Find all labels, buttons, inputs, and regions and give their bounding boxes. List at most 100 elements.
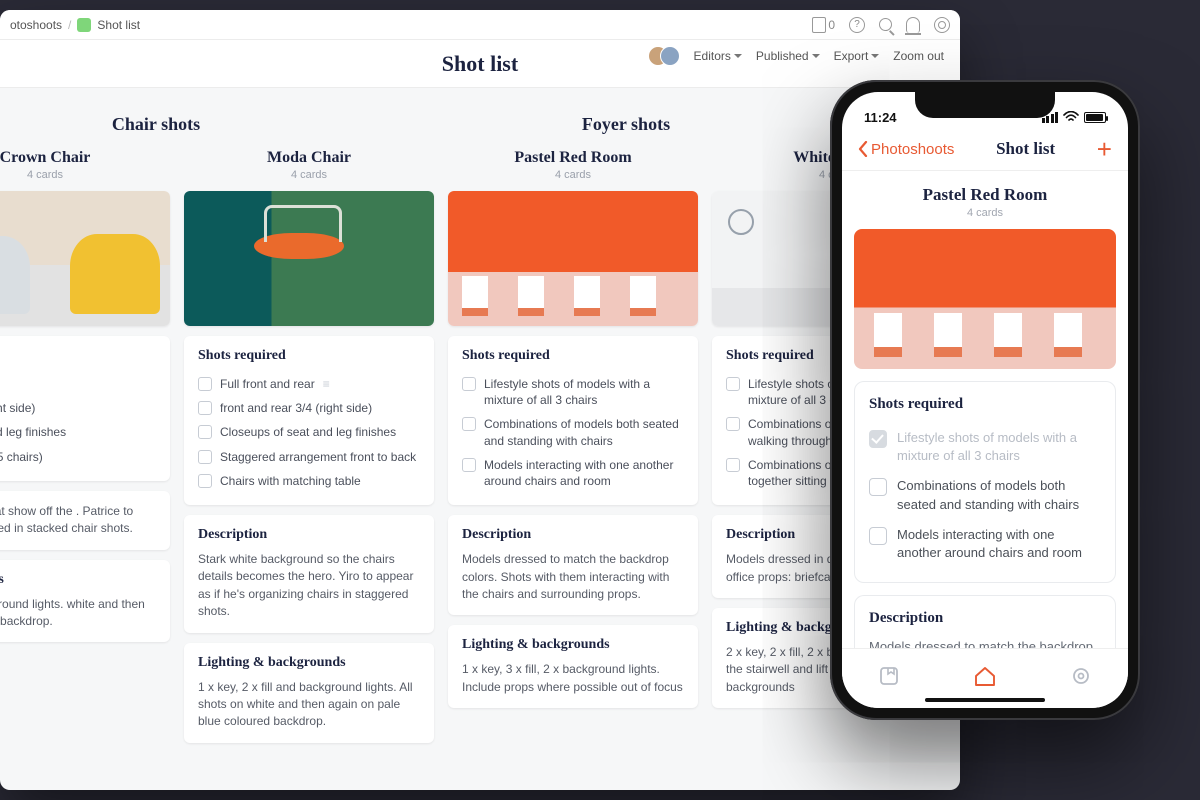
checkbox-icon[interactable] bbox=[198, 425, 212, 439]
shots-required-card[interactable]: Shots required Full front and rear≡ fron… bbox=[184, 336, 434, 505]
wifi-icon bbox=[1063, 111, 1079, 123]
description-card[interactable]: positions that show off the . Patrice to… bbox=[0, 491, 170, 550]
breadcrumb-separator: / bbox=[68, 18, 71, 32]
card-heading: Lighting & backgrounds bbox=[462, 637, 684, 653]
drag-handle-icon[interactable]: ≡ bbox=[323, 376, 332, 392]
window-topbar: otoshoots / Shot list 0 ? bbox=[0, 10, 960, 40]
checklist-item[interactable]: and rear bbox=[0, 372, 156, 396]
column-pastel-red-room[interactable]: Pastel Red Room 4 cards Shots required L… bbox=[448, 149, 698, 743]
lighting-text: ll and background lights. white and then… bbox=[0, 596, 156, 631]
checkbox-icon[interactable] bbox=[198, 474, 212, 488]
description-card[interactable]: Description Models dressed to match the … bbox=[448, 515, 698, 615]
phone-device-frame: 11:24 Photoshoots Shot list + Pastel Red… bbox=[830, 80, 1140, 720]
editors-dropdown[interactable]: Editors bbox=[694, 49, 742, 63]
shots-required-card[interactable]: Shots required Lifestyle shots of models… bbox=[448, 336, 698, 505]
card-heading: red bbox=[0, 348, 156, 364]
checkbox-icon[interactable] bbox=[198, 377, 212, 391]
lighting-text: 1 x key, 2 x fill and background lights.… bbox=[198, 679, 420, 731]
card-heading: Lighting & backgrounds bbox=[198, 655, 420, 671]
help-icon[interactable]: ? bbox=[849, 17, 865, 33]
phone-hero-image[interactable] bbox=[854, 229, 1116, 369]
checklist-item[interactable]: Models interacting with one another arou… bbox=[462, 453, 684, 493]
description-card[interactable]: Description Stark white background so th… bbox=[184, 515, 434, 633]
chevron-left-icon bbox=[858, 141, 868, 157]
phone-scroll-area[interactable]: Pastel Red Room 4 cards Shots required L… bbox=[842, 171, 1128, 648]
zoom-out-button[interactable]: Zoom out bbox=[893, 49, 944, 63]
shots-required-card[interactable]: red and rear rear 3/4 (right side) s of … bbox=[0, 336, 170, 481]
column-card-count: 4 cards bbox=[184, 169, 434, 181]
checkbox-icon[interactable] bbox=[462, 458, 476, 472]
checkbox-icon[interactable] bbox=[726, 377, 740, 391]
bell-icon[interactable] bbox=[906, 17, 920, 33]
column-hero-card[interactable] bbox=[184, 191, 434, 326]
description-text: Models dressed to match the backdrop col… bbox=[462, 551, 684, 603]
tab-home-icon[interactable] bbox=[973, 665, 997, 692]
collaborator-avatars[interactable] bbox=[648, 46, 680, 66]
description-text: positions that show off the . Patrice to… bbox=[0, 503, 156, 538]
column-title: Pastel Red Room bbox=[448, 149, 698, 167]
lighting-card[interactable]: ackgrounds ll and background lights. whi… bbox=[0, 560, 170, 643]
checklist-item[interactable]: Combinations of models both seated and s… bbox=[462, 412, 684, 452]
checklist-item[interactable]: rear 3/4 (right side) bbox=[0, 396, 156, 420]
board: Chair shots Foyer shots Crown Chair 4 ca… bbox=[0, 88, 960, 790]
description-text: Models dressed to match the backdrop col… bbox=[869, 637, 1101, 648]
card-heading: Shots required bbox=[869, 396, 1101, 413]
checklist-item[interactable]: s of seat and leg finishes bbox=[0, 420, 156, 444]
device-count-chip[interactable]: 0 bbox=[812, 17, 835, 33]
column-hero-card[interactable] bbox=[0, 191, 170, 326]
checklist-item[interactable]: Models interacting with one another arou… bbox=[869, 520, 1101, 568]
checklist-item[interactable]: Lifestyle shots of models with a mixture… bbox=[462, 372, 684, 412]
hero-thumbnail bbox=[0, 191, 170, 326]
checkbox-icon[interactable] bbox=[869, 430, 887, 448]
settings-gear-icon[interactable] bbox=[934, 17, 950, 33]
column-card-count: 4 cards bbox=[0, 169, 170, 181]
checklist-item[interactable]: front and rear 3/4 (right side) bbox=[198, 396, 420, 420]
checklist-item[interactable]: Lifestyle shots of models with a mixture… bbox=[869, 423, 1101, 471]
status-time: 11:24 bbox=[864, 110, 897, 125]
column-hero-card[interactable] bbox=[448, 191, 698, 326]
export-dropdown[interactable]: Export bbox=[834, 49, 880, 63]
checkbox-icon[interactable] bbox=[869, 478, 887, 496]
checklist-item[interactable]: Full front and rear≡ bbox=[198, 372, 420, 396]
published-dropdown[interactable]: Published bbox=[756, 49, 820, 63]
group-header-chair-shots: Chair shots bbox=[0, 108, 366, 149]
description-text: Stark white background so the chairs det… bbox=[198, 551, 420, 621]
checklist-item[interactable]: Combinations of models both seated and s… bbox=[869, 471, 1101, 519]
phone-notch bbox=[915, 92, 1055, 118]
card-heading: Description bbox=[869, 610, 1101, 627]
column-crown-chair[interactable]: Crown Chair 4 cards red and rear rear 3/… bbox=[0, 149, 170, 743]
checkbox-icon[interactable] bbox=[726, 417, 740, 431]
checkbox-icon[interactable] bbox=[198, 401, 212, 415]
checklist-item[interactable]: Chairs with matching table bbox=[198, 469, 420, 493]
hero-thumbnail bbox=[184, 191, 434, 326]
phone-navbar: Photoshoots Shot list + bbox=[842, 132, 1128, 171]
breadcrumb-parent[interactable]: otoshoots bbox=[10, 18, 62, 32]
breadcrumb-current[interactable]: Shot list bbox=[97, 18, 140, 32]
add-button[interactable]: + bbox=[1097, 136, 1112, 162]
checkbox-icon[interactable] bbox=[869, 527, 887, 545]
checkbox-icon[interactable] bbox=[726, 458, 740, 472]
checklist-item[interactable]: Closeups of seat and leg finishes bbox=[198, 420, 420, 444]
column-moda-chair[interactable]: Moda Chair 4 cards Shots required Full f… bbox=[184, 149, 434, 743]
search-icon[interactable] bbox=[879, 18, 892, 31]
checkbox-icon[interactable] bbox=[462, 377, 476, 391]
phone-shots-card[interactable]: Shots required Lifestyle shots of models… bbox=[854, 381, 1116, 583]
lighting-text: 1 x key, 3 x fill, 2 x background lights… bbox=[462, 661, 684, 696]
lighting-card[interactable]: Lighting & backgrounds 1 x key, 3 x fill… bbox=[448, 625, 698, 708]
phone-nav-title: Shot list bbox=[996, 139, 1055, 159]
tab-settings-icon[interactable] bbox=[1070, 665, 1092, 692]
checkbox-icon[interactable] bbox=[198, 450, 212, 464]
topbar-utility-icons: 0 ? bbox=[812, 17, 950, 33]
checklist-item[interactable]: chairs (3 to 5 chairs) bbox=[0, 445, 156, 469]
tab-notes-icon[interactable] bbox=[878, 665, 900, 692]
back-button[interactable]: Photoshoots bbox=[858, 141, 954, 158]
lighting-card[interactable]: Lighting & backgrounds 1 x key, 2 x fill… bbox=[184, 643, 434, 743]
phone-description-card[interactable]: Description Models dressed to match the … bbox=[854, 595, 1116, 648]
checkbox-icon[interactable] bbox=[462, 417, 476, 431]
home-indicator[interactable] bbox=[925, 698, 1045, 702]
folder-icon bbox=[77, 18, 91, 32]
checklist-item[interactable]: Staggered arrangement front to back bbox=[198, 445, 420, 469]
card-heading: Description bbox=[198, 527, 420, 543]
column-title: Crown Chair bbox=[0, 149, 170, 167]
avatar bbox=[660, 46, 680, 66]
